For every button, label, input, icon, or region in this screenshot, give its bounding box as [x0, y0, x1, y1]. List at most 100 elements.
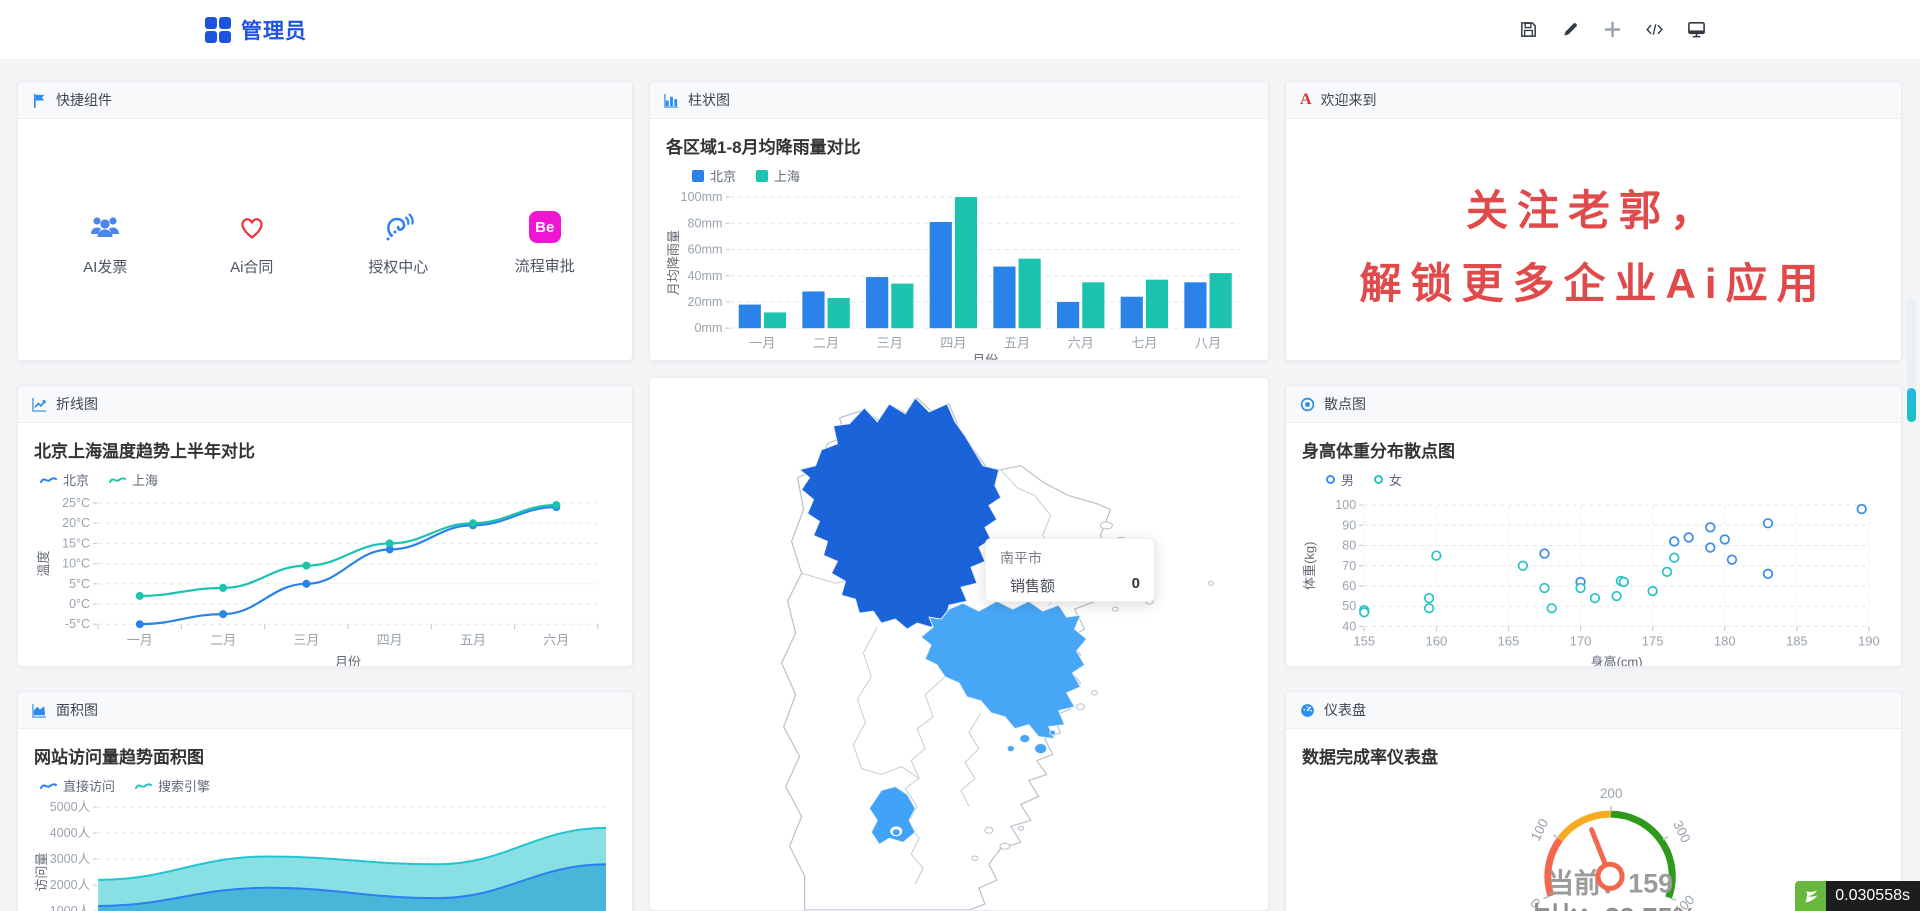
svg-text:160: 160 [1425, 634, 1447, 649]
scatter-chart-icon [1300, 397, 1315, 412]
svg-text:五月: 五月 [460, 632, 486, 647]
card-header-label: 快捷组件 [56, 90, 112, 110]
svg-text:月份: 月份 [972, 352, 998, 361]
card-header-label: 散点图 [1324, 394, 1366, 414]
svg-text:180: 180 [1714, 634, 1736, 649]
svg-text:5°C: 5°C [69, 577, 90, 591]
card-gauge: 仪表盘 数据完成率仪表盘 0100200300400当前：159占比：39.75… [1285, 691, 1902, 911]
svg-text:165: 165 [1498, 634, 1520, 649]
card-header-welcome[interactable]: A 欢迎来到 [1286, 82, 1901, 119]
quick-item-auth-center[interactable]: 授权中心 [328, 210, 468, 277]
svg-text:三月: 三月 [877, 335, 903, 350]
fujian-map[interactable] [650, 378, 1268, 910]
card-header-gauge[interactable]: 仪表盘 [1286, 692, 1901, 729]
quick-item-ai-invoice[interactable]: AI发票 [35, 210, 175, 277]
chart-title: 网站访问量趋势面积图 [34, 743, 618, 768]
svg-text:二月: 二月 [813, 335, 839, 350]
card-header-quick[interactable]: 快捷组件 [18, 82, 632, 119]
preview-monitor-icon[interactable] [1687, 20, 1706, 39]
card-scatter-chart: 散点图 身高体重分布散点图 男女 40506070809010015516016… [1285, 385, 1902, 667]
page-scrollbar-track[interactable] [1907, 298, 1916, 424]
area-chart-body: 网站访问量趋势面积图 直接访问搜索引擎 0人1000人2000人3000人400… [18, 729, 632, 911]
svg-text:60: 60 [1342, 579, 1356, 593]
svg-text:月均降雨量: 月均降雨量 [666, 230, 681, 296]
area-chart-canvas[interactable]: 0人1000人2000人3000人4000人5000人访问量 [32, 799, 618, 911]
legend-item[interactable]: 上海 [756, 166, 800, 185]
card-header-label: 柱状图 [688, 90, 730, 110]
svg-text:体重(kg): 体重(kg) [1302, 541, 1317, 590]
perf-badge: 0.030558s [1795, 881, 1920, 911]
svg-text:20°C: 20°C [62, 516, 90, 530]
quick-components-body: AI发票 Ai合同 授权中心 Be 流程审批 [18, 119, 632, 360]
svg-text:10°C: 10°C [62, 557, 90, 571]
card-header-line[interactable]: 折线图 [18, 386, 632, 423]
svg-text:20mm: 20mm [688, 295, 723, 309]
svg-text:4000人: 4000人 [50, 826, 91, 840]
svg-text:四月: 四月 [940, 335, 966, 350]
svg-text:八月: 八月 [1195, 335, 1221, 350]
svg-text:一月: 一月 [749, 335, 775, 350]
line-legend: 北京 上海 [40, 470, 618, 489]
save-icon[interactable] [1519, 20, 1538, 39]
legend-item[interactable]: 女 [1374, 470, 1402, 489]
svg-text:三月: 三月 [293, 632, 319, 647]
area-legend: 直接访问 搜索引擎 [40, 776, 618, 795]
card-header-scatter[interactable]: 散点图 [1286, 386, 1901, 423]
svg-text:月份: 月份 [335, 654, 361, 667]
card-header-area[interactable]: 面积图 [18, 692, 632, 729]
svg-text:六月: 六月 [1068, 335, 1094, 350]
svg-text:90: 90 [1342, 518, 1356, 532]
svg-text:50: 50 [1342, 599, 1356, 613]
bar-chart-canvas[interactable]: 0mm20mm40mm60mm80mm100mm一月二月三月四月五月六月七月八月… [664, 189, 1254, 361]
svg-text:3000人: 3000人 [50, 852, 91, 866]
code-icon[interactable] [1645, 20, 1664, 39]
map-tooltip: 南平市 销售额 0 [985, 538, 1155, 602]
topbar-actions [1519, 20, 1706, 39]
behance-icon: Be [529, 211, 561, 243]
welcome-line-2: 解锁更多企业Ai应用 [1359, 250, 1827, 311]
legend-item[interactable]: 上海 [109, 470, 158, 489]
legend-item[interactable]: 北京 [40, 470, 89, 489]
card-bar-chart: 柱状图 各区域1-8月均降雨量对比 北京上海 0mm20mm40mm60mm80… [649, 81, 1269, 361]
card-area-chart: 面积图 网站访问量趋势面积图 直接访问搜索引擎 0人1000人2000人3000… [17, 691, 633, 911]
svg-text:0°C: 0°C [69, 597, 90, 611]
svg-text:175: 175 [1642, 634, 1664, 649]
add-plus-icon[interactable] [1603, 20, 1622, 39]
svg-text:5000人: 5000人 [50, 800, 91, 814]
chart-title: 身高体重分布散点图 [1302, 437, 1887, 462]
quick-item-label: 流程审批 [515, 255, 575, 276]
quick-item-flow-approval[interactable]: Be 流程审批 [475, 211, 615, 276]
legend-item[interactable]: 北京 [692, 166, 736, 185]
page-scrollbar-thumb[interactable] [1907, 388, 1916, 422]
quick-item-ai-contract[interactable]: Ai合同 [182, 210, 322, 277]
scatter-chart-body: 身高体重分布散点图 男女 405060708090100155160165170… [1286, 423, 1901, 667]
line-chart-canvas[interactable]: -5°C0°C5°C10°C15°C20°C25°C一月二月三月四月五月六月月份… [32, 493, 618, 667]
svg-text:155: 155 [1353, 634, 1375, 649]
svg-text:二月: 二月 [210, 632, 236, 647]
svg-text:-5°C: -5°C [65, 617, 90, 631]
svg-text:七月: 七月 [1131, 335, 1157, 350]
svg-text:200: 200 [1600, 786, 1623, 801]
line-chart-icon [32, 397, 47, 412]
welcome-body: 关注老郭， 解锁更多企业Ai应用 [1286, 119, 1901, 360]
svg-text:40mm: 40mm [688, 269, 723, 283]
card-header-label: 仪表盘 [1324, 700, 1366, 720]
card-header-label: 面积图 [56, 700, 98, 720]
card-header-bar[interactable]: 柱状图 [650, 82, 1268, 119]
legend-item[interactable]: 直接访问 [40, 776, 115, 795]
svg-text:40: 40 [1342, 619, 1356, 633]
scatter-legend: 男女 [1326, 470, 1887, 489]
edit-pencil-icon[interactable] [1561, 20, 1580, 39]
scatter-chart-canvas[interactable]: 405060708090100155160165170175180185190身… [1300, 493, 1887, 667]
svg-text:170: 170 [1570, 634, 1592, 649]
card-line-chart: 折线图 北京上海温度趋势上半年对比 北京上海 -5°C0°C5°C10°C15°… [17, 385, 633, 667]
svg-text:300: 300 [1670, 818, 1693, 845]
svg-text:2000人: 2000人 [50, 878, 91, 892]
legend-item[interactable]: 男 [1326, 470, 1354, 489]
card-header-label: 折线图 [56, 394, 98, 414]
svg-text:100: 100 [1335, 498, 1356, 512]
svg-text:访问量: 访问量 [34, 853, 49, 892]
legend-item[interactable]: 搜索引擎 [135, 776, 210, 795]
quick-item-label: 授权中心 [368, 256, 428, 277]
svg-text:60mm: 60mm [688, 243, 723, 257]
